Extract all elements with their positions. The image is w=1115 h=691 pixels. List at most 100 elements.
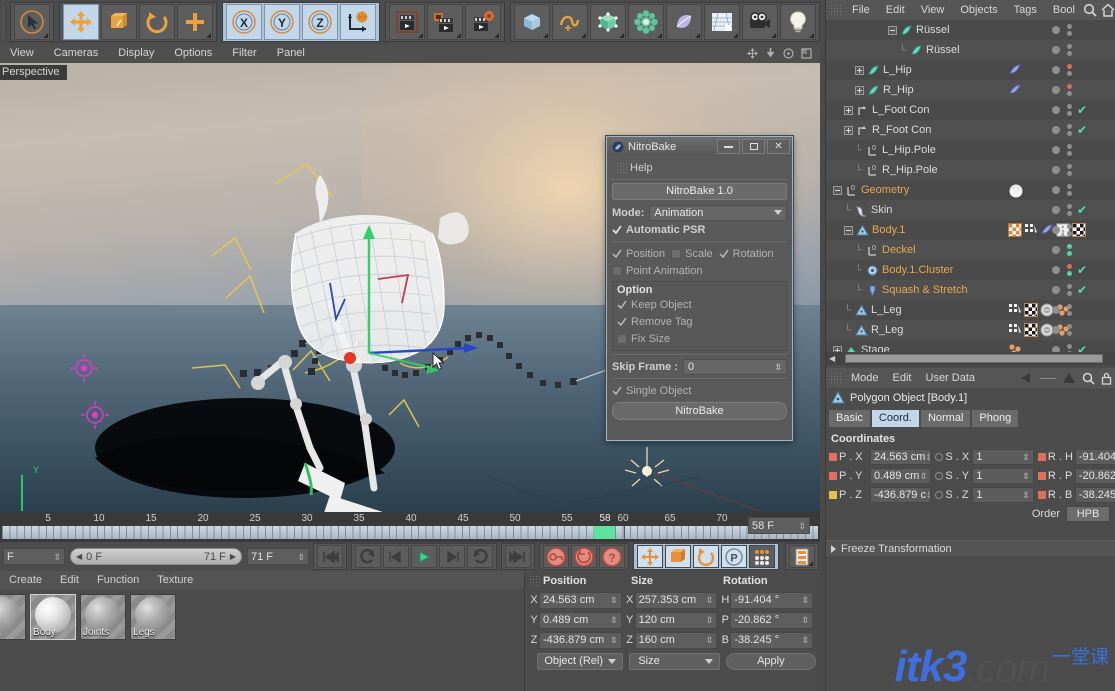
editor-visibility-dot[interactable]	[1052, 86, 1060, 94]
cube-icon[interactable]	[514, 4, 550, 40]
material-swatch[interactable]: Joints	[80, 594, 126, 640]
step-forward-icon[interactable]	[439, 545, 465, 568]
enabled-check-icon[interactable]: ✔	[1077, 264, 1087, 276]
rotation-key-icon[interactable]	[693, 545, 719, 568]
visibility-dots[interactable]: ✔	[1046, 340, 1115, 352]
mode-select[interactable]: Animation	[649, 204, 787, 221]
keyframe-selection-icon[interactable]: ?	[599, 545, 625, 568]
timeline-icon[interactable]	[789, 545, 815, 568]
render-visibility-dots[interactable]	[1063, 64, 1075, 76]
editor-visibility-dot[interactable]	[1052, 146, 1060, 154]
stepper-icon[interactable]: ⇳	[798, 521, 806, 530]
editor-visibility-dot[interactable]	[1052, 186, 1060, 194]
deformer-icon[interactable]	[666, 4, 702, 40]
object-menu-edit[interactable]: Edit	[878, 4, 913, 16]
viewport-menu-panel[interactable]: Panel	[267, 44, 315, 63]
object-row[interactable]: Rüssel	[826, 20, 1115, 40]
camera-icon[interactable]	[742, 4, 778, 40]
stepper-icon[interactable]: ⇳	[610, 596, 618, 605]
render-visibility-dots[interactable]	[1063, 144, 1075, 156]
attr-px-input[interactable]: 24.563 cm⇳	[870, 448, 932, 465]
object-row[interactable]: L_Foot Con ✔	[826, 100, 1115, 120]
nurbs-icon[interactable]	[590, 4, 626, 40]
stepper-icon[interactable]: ⇳	[1022, 471, 1030, 480]
move-icon[interactable]	[62, 4, 99, 40]
nitrobake-menu-help[interactable]: Help	[630, 162, 653, 174]
object-row[interactable]: 0 Geometry	[826, 180, 1115, 200]
stepper-icon[interactable]: ⇳	[610, 636, 618, 645]
drag-grip-icon[interactable]	[616, 161, 627, 174]
check-icon[interactable]	[719, 249, 729, 259]
visibility-dots[interactable]	[1046, 140, 1115, 160]
timeline-ruler[interactable]: 5 10 15 20 25 30 35 40 45 50 55 58 60 65…	[0, 512, 820, 542]
visibility-dots[interactable]	[1046, 180, 1115, 200]
pan-icon[interactable]	[747, 48, 758, 59]
visibility-dots[interactable]	[1046, 40, 1115, 60]
ik-tag-icon[interactable]	[1008, 83, 1022, 97]
visibility-dots[interactable]	[1046, 240, 1115, 260]
selection-tag-icon[interactable]	[1008, 323, 1022, 337]
object-menu-objects[interactable]: Objects	[952, 4, 1005, 16]
z-axis-icon[interactable]: Z	[301, 4, 338, 40]
attr-menu-mode[interactable]: Mode	[844, 372, 886, 384]
drag-grip-icon[interactable]	[529, 574, 540, 587]
param-key-icon[interactable]: P	[721, 545, 747, 568]
object-row[interactable]: └ 0 L_Hip.Pole	[826, 140, 1115, 160]
render-visibility-dots[interactable]	[1063, 204, 1075, 216]
keyframe-dot-icon[interactable]	[935, 490, 944, 499]
stepper-icon[interactable]: ⇳	[1022, 490, 1030, 499]
object-row[interactable]: └ 0 R_Hip.Pole	[826, 160, 1115, 180]
size-y-input[interactable]: 120 cm ⇳	[634, 611, 718, 629]
material-swatch[interactable]: Legs	[130, 594, 176, 640]
viewport-menu-cameras[interactable]: Cameras	[44, 44, 109, 63]
drag-grip-icon[interactable]	[830, 4, 841, 16]
scale-icon[interactable]	[100, 4, 137, 40]
stepper-icon[interactable]: ⇳	[610, 616, 618, 625]
editor-visibility-dot[interactable]	[1052, 326, 1060, 334]
go-to-end-icon[interactable]	[505, 545, 531, 568]
render-visibility-dots[interactable]	[1063, 164, 1075, 176]
object-row[interactable]: └ R_Leg	[826, 320, 1115, 340]
object-row[interactable]: └ Body.1.Cluster ✔	[826, 260, 1115, 280]
stepper-icon[interactable]: ⇳	[1022, 452, 1030, 461]
visibility-dots[interactable]: ✔	[1046, 260, 1115, 280]
current-frame-field[interactable]: 58 F ⇳	[748, 517, 810, 534]
minimize-icon[interactable]	[717, 139, 740, 154]
preview-range-slider[interactable]: ◀ 0 F 71 F ▶	[70, 548, 242, 565]
maximize-icon[interactable]	[801, 48, 812, 59]
rotation-b-input[interactable]: -38.245 ° ⇳	[730, 631, 814, 649]
freeze-transformation-section[interactable]: Freeze Transformation	[826, 540, 1115, 556]
material-menu-function[interactable]: Function	[88, 571, 148, 589]
object-menu-view[interactable]: View	[913, 4, 953, 16]
object-row[interactable]: └ Skin ✔	[826, 200, 1115, 220]
tree-expander[interactable]	[855, 85, 864, 95]
selection-tag-icon[interactable]	[1024, 223, 1038, 237]
lock-icon[interactable]	[1101, 372, 1112, 385]
point-level-key-icon[interactable]	[749, 545, 775, 568]
render-settings-icon[interactable]	[464, 4, 501, 40]
render-visibility-dots[interactable]	[1063, 184, 1075, 196]
stepper-icon[interactable]: ⇳	[926, 490, 930, 499]
check-icon[interactable]	[612, 249, 622, 259]
autokey-icon[interactable]	[571, 545, 597, 568]
visibility-dots[interactable]	[1046, 160, 1115, 180]
visibility-dots[interactable]	[1046, 300, 1115, 320]
world-axis-icon[interactable]	[339, 4, 376, 40]
floor-icon[interactable]	[704, 4, 740, 40]
material-menu-create[interactable]: Create	[0, 571, 51, 589]
plus-icon[interactable]	[176, 4, 213, 40]
scroll-thumb[interactable]	[845, 354, 1103, 363]
object-tree-scrollbar[interactable]: ◀	[826, 352, 1115, 365]
object-menu-file[interactable]: File	[844, 4, 878, 16]
apply-button[interactable]: Apply	[725, 652, 816, 670]
nitrobake-titlebar[interactable]: NitroBake ✕	[607, 137, 792, 156]
stepper-icon[interactable]: ⇳	[925, 452, 930, 461]
position-y-input[interactable]: 0.489 cm ⇳	[539, 611, 622, 629]
visibility-dots[interactable]	[1046, 80, 1115, 100]
order-value-field[interactable]: HPB	[1066, 505, 1110, 522]
play-icon[interactable]	[411, 545, 437, 568]
object-row[interactable]: └ L_Leg	[826, 300, 1115, 320]
viewport[interactable]: View Cameras Display Options Filter Pane…	[0, 44, 820, 512]
visibility-dots[interactable]	[1046, 220, 1115, 240]
back-icon[interactable]	[1019, 372, 1034, 384]
